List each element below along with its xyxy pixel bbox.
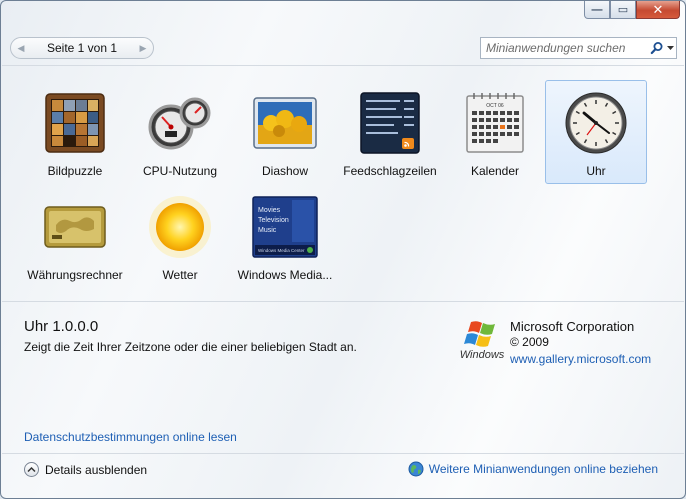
globe-icon bbox=[408, 461, 424, 477]
gadget-tile-wetter[interactable]: Wetter bbox=[129, 184, 231, 288]
gadget-tile-diashow[interactable]: Diashow bbox=[234, 80, 336, 184]
gadget-name: Uhr 1.0.0.0 bbox=[24, 318, 99, 335]
gadget-label: Uhr bbox=[586, 164, 606, 178]
publisher-link[interactable]: www.gallery.microsoft.com bbox=[510, 352, 685, 366]
slideshow-icon bbox=[250, 88, 320, 158]
chevron-right-icon: ▶ bbox=[139, 42, 147, 53]
chevron-up-icon[interactable] bbox=[24, 462, 39, 477]
gadget-tile-bildpuzzle[interactable]: Bildpuzzle bbox=[24, 80, 126, 184]
gadget-tile-uhr[interactable]: Uhr bbox=[545, 80, 647, 184]
chevron-left-icon: ◀ bbox=[17, 42, 25, 53]
weather-sun-icon bbox=[145, 192, 215, 262]
media-footer: Windows Media Center bbox=[258, 248, 305, 253]
gadget-label: Kalender bbox=[470, 164, 520, 178]
search-box bbox=[480, 37, 677, 59]
hide-details-toggle[interactable]: Details ausblenden bbox=[24, 462, 147, 477]
gadget-label: Währungsrechner bbox=[27, 268, 123, 282]
previous-page-button[interactable]: ◀ bbox=[11, 38, 31, 58]
gadget-tile-windows-media[interactable]: Movies Television Music Windows Media Ce… bbox=[234, 184, 336, 288]
more-gadgets-label: Weitere Minianwendungen online beziehen bbox=[428, 462, 658, 476]
windows-logo-icon: Windows bbox=[460, 321, 505, 361]
publisher-name: Microsoft Corporation bbox=[510, 319, 635, 334]
gadget-label: Feedschlagzeilen bbox=[343, 164, 437, 178]
details-divider bbox=[2, 301, 684, 302]
gadget-gallery-window: — ▭ ✕ ◀ Seite 1 von 1 ▶ Minianwendungen … bbox=[0, 0, 686, 499]
next-page-button[interactable]: ▶ bbox=[133, 38, 153, 58]
gadget-gallery: Bildpuzzle CPU-Nutzung Diashow Feedschla… bbox=[17, 77, 677, 287]
toolbar-divider bbox=[2, 65, 684, 66]
maximize-button[interactable]: ▭ bbox=[610, 1, 636, 19]
gadget-tile-waehrungsrechner[interactable]: Währungsrechner bbox=[24, 184, 126, 288]
feed-headlines-icon bbox=[355, 88, 425, 158]
gadget-tile-kalender[interactable]: OCT 06 Kalender bbox=[444, 80, 546, 184]
currency-icon bbox=[40, 192, 110, 262]
more-gadgets-online-link[interactable]: Weitere Minianwendungen online beziehen bbox=[408, 461, 658, 477]
close-button[interactable]: ✕ bbox=[636, 1, 680, 19]
hide-details-label: Details ausblenden bbox=[45, 462, 148, 477]
clock-icon bbox=[561, 88, 631, 158]
page-navigator: ◀ Seite 1 von 1 ▶ bbox=[10, 37, 154, 59]
media-center-icon: Movies Television Music Windows Media Ce… bbox=[250, 192, 320, 262]
media-line-2: Television bbox=[258, 217, 289, 224]
picture-puzzle-icon bbox=[40, 88, 110, 158]
calendar-icon: OCT 06 bbox=[460, 88, 530, 158]
gadget-description: Zeigt die Zeit Ihrer Zeitzone oder die e… bbox=[24, 340, 357, 354]
page-indicator: Seite 1 von 1 bbox=[46, 41, 118, 55]
privacy-link[interactable]: Datenschutzbestimmungen online lesen bbox=[24, 430, 237, 444]
media-line-1: Movies bbox=[258, 207, 281, 214]
gadget-details: Uhr 1.0.0.0 Zeigt die Zeit Ihrer Zeitzon… bbox=[24, 318, 357, 354]
chevron-down-icon bbox=[667, 46, 674, 50]
calendar-month-label: OCT 06 bbox=[486, 103, 504, 109]
search-input[interactable] bbox=[481, 41, 648, 55]
gadget-label: Diashow bbox=[261, 164, 309, 178]
copyright: © 2009 bbox=[510, 335, 549, 349]
cpu-meter-icon bbox=[145, 88, 215, 158]
media-line-3: Music bbox=[258, 227, 277, 234]
search-icon bbox=[650, 42, 663, 55]
search-button[interactable] bbox=[648, 38, 676, 58]
gadget-label: Bildpuzzle bbox=[47, 164, 103, 178]
gadget-tile-feedschlagzeilen[interactable]: Feedschlagzeilen bbox=[339, 80, 441, 184]
caption-buttons: — ▭ ✕ bbox=[584, 1, 680, 19]
gadget-tile-cpu-nutzung[interactable]: CPU-Nutzung bbox=[129, 80, 231, 184]
footer-divider bbox=[2, 453, 684, 454]
minimize-button[interactable]: — bbox=[584, 1, 610, 19]
gadget-label: Wetter bbox=[162, 268, 198, 282]
gadget-label: Windows Media... bbox=[237, 268, 333, 282]
gadget-label: CPU-Nutzung bbox=[142, 164, 218, 178]
windows-logo-text: Windows bbox=[460, 349, 505, 361]
